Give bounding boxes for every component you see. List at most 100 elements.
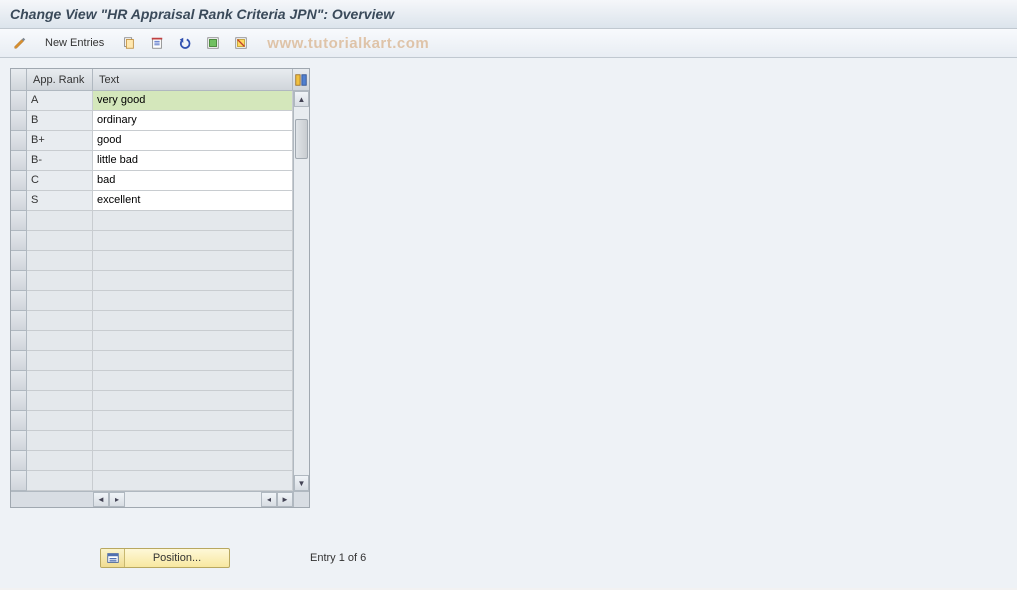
cell-rank[interactable] [27,231,93,251]
cell-text[interactable]: little bad [93,151,293,171]
table-row [11,391,293,411]
deselect-all-icon[interactable] [229,33,253,53]
cell-text[interactable] [93,231,293,251]
row-selector[interactable] [11,351,27,371]
scroll-down-icon[interactable]: ▼ [294,475,309,491]
scroll-left-icon[interactable]: ◄ [93,492,109,507]
row-selector[interactable] [11,371,27,391]
scroll-corner [293,491,309,507]
vertical-scrollbar[interactable]: ▲ ▼ [293,91,309,491]
cell-rank[interactable] [27,271,93,291]
row-selector[interactable] [11,171,27,191]
cell-text[interactable] [93,411,293,431]
table-row: Sexcellent [11,191,293,211]
entry-status: Entry 1 of 6 [310,552,366,564]
cell-rank[interactable] [27,291,93,311]
cell-text[interactable] [93,351,293,371]
undo-icon[interactable] [173,33,197,53]
row-selector[interactable] [11,111,27,131]
hscroll-spacer [11,491,93,507]
toggle-change-icon[interactable] [8,33,32,53]
cell-text[interactable] [93,331,293,351]
new-entries-button[interactable]: New Entries [36,33,113,53]
row-selector[interactable] [11,91,27,111]
table-row [11,291,293,311]
cell-text[interactable] [93,391,293,411]
column-header-text[interactable]: Text [93,69,293,91]
cell-rank[interactable] [27,251,93,271]
cell-text[interactable] [93,211,293,231]
cell-rank[interactable]: C [27,171,93,191]
scroll-up-icon[interactable]: ▲ [294,91,309,107]
cell-rank[interactable]: B [27,111,93,131]
cell-text[interactable] [93,451,293,471]
table-row [11,251,293,271]
footer-row: Position... Entry 1 of 6 [100,548,366,568]
position-icon [101,549,125,567]
row-selector[interactable] [11,431,27,451]
select-all-icon[interactable] [201,33,225,53]
row-selector[interactable] [11,471,27,491]
row-selector[interactable] [11,391,27,411]
cell-rank[interactable]: B+ [27,131,93,151]
grid-configure-icon[interactable] [293,69,309,91]
scroll-right-inner-icon[interactable]: ◂ [261,492,277,507]
cell-rank[interactable] [27,211,93,231]
cell-rank[interactable] [27,311,93,331]
table-row [11,231,293,251]
scroll-left-inner-icon[interactable]: ▸ [109,492,125,507]
cell-text[interactable]: bad [93,171,293,191]
cell-text[interactable] [93,471,293,491]
cell-text[interactable] [93,251,293,271]
row-selector[interactable] [11,311,27,331]
column-header-rank[interactable]: App. Rank [27,69,93,91]
cell-rank[interactable] [27,351,93,371]
cell-rank[interactable] [27,471,93,491]
row-selector[interactable] [11,331,27,351]
cell-text[interactable]: excellent [93,191,293,211]
grid-select-all-corner[interactable] [11,69,27,91]
row-selector[interactable] [11,271,27,291]
cell-rank[interactable] [27,331,93,351]
horizontal-scrollbar[interactable]: ◄ ▸ ◂ ► [93,491,293,507]
cell-rank[interactable]: S [27,191,93,211]
scroll-thumb[interactable] [295,119,308,159]
row-selector[interactable] [11,411,27,431]
cell-rank[interactable]: B- [27,151,93,171]
cell-text[interactable] [93,291,293,311]
grid-body: Avery goodBordinaryB+goodB-little badCba… [11,91,293,491]
row-selector[interactable] [11,211,27,231]
grid-header-row: App. Rank Text [11,69,309,91]
table-row [11,371,293,391]
cell-text[interactable]: very good [93,91,293,111]
cell-rank[interactable]: A [27,91,93,111]
cell-text[interactable] [93,311,293,331]
hscroll-track[interactable] [125,492,261,507]
content-area: App. Rank Text Avery goodBordinaryB+good… [0,58,1017,588]
row-selector[interactable] [11,291,27,311]
copy-icon[interactable] [117,33,141,53]
position-button[interactable]: Position... [100,548,230,568]
row-selector[interactable] [11,131,27,151]
data-grid: App. Rank Text Avery goodBordinaryB+good… [10,68,310,508]
row-selector[interactable] [11,451,27,471]
cell-text[interactable] [93,431,293,451]
cell-text[interactable] [93,371,293,391]
cell-rank[interactable] [27,431,93,451]
table-row [11,311,293,331]
scroll-right-icon[interactable]: ► [277,492,293,507]
row-selector[interactable] [11,191,27,211]
cell-text[interactable] [93,271,293,291]
cell-text[interactable]: ordinary [93,111,293,131]
row-selector[interactable] [11,151,27,171]
scroll-track[interactable] [294,107,309,475]
cell-rank[interactable] [27,451,93,471]
delete-icon[interactable] [145,33,169,53]
cell-rank[interactable] [27,411,93,431]
row-selector[interactable] [11,251,27,271]
cell-text[interactable]: good [93,131,293,151]
row-selector[interactable] [11,231,27,251]
cell-rank[interactable] [27,371,93,391]
cell-rank[interactable] [27,391,93,411]
position-label: Position... [125,552,229,564]
